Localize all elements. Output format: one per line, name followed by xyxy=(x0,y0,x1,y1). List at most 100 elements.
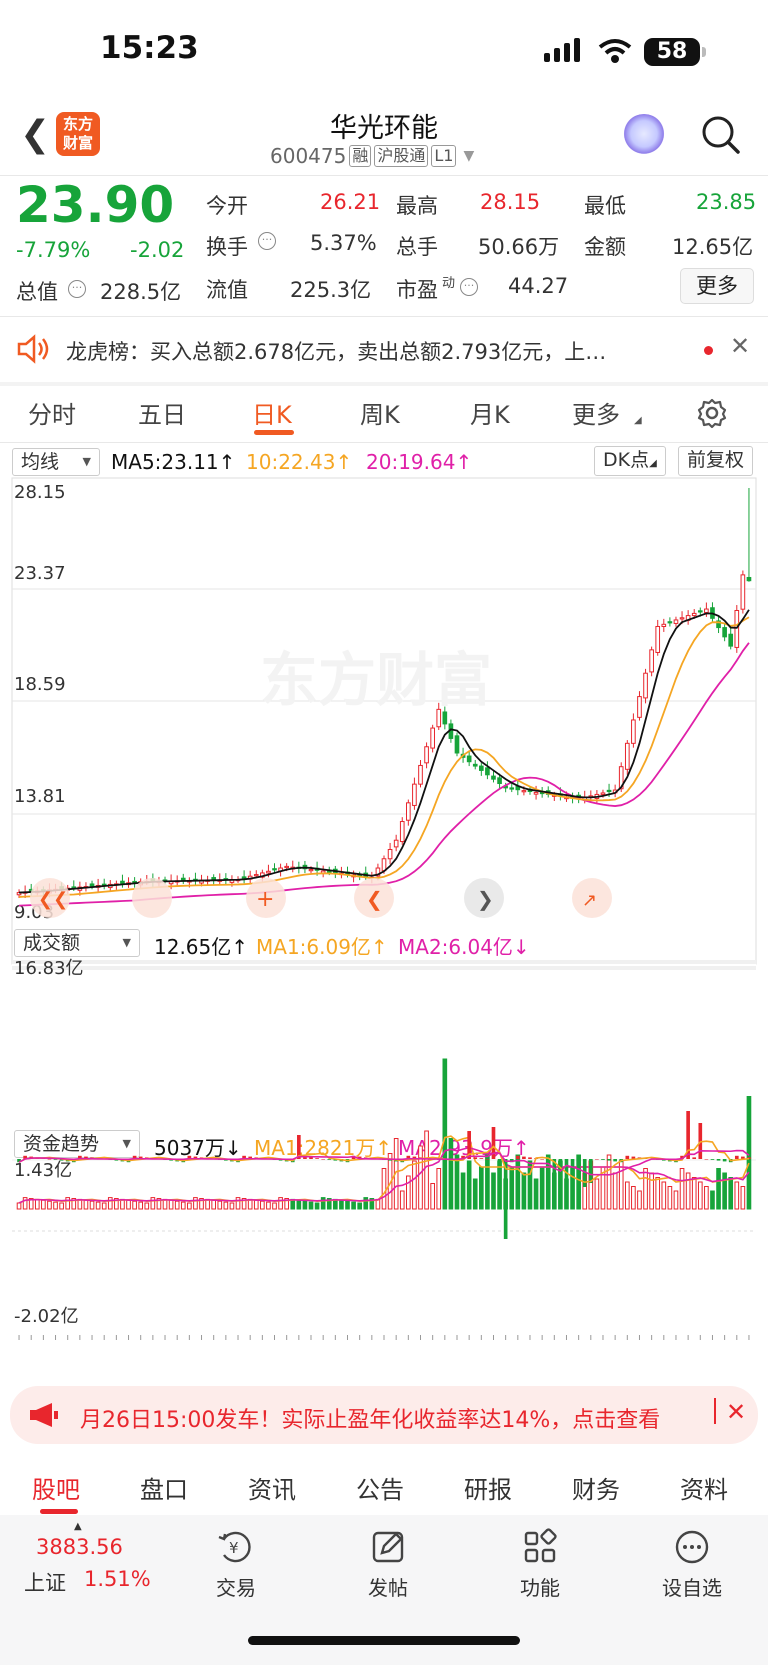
volume-bar xyxy=(296,1199,302,1210)
dock-watchlist[interactable]: 设自选 xyxy=(632,1515,752,1601)
volume-bar xyxy=(442,1058,448,1210)
volume-bar xyxy=(533,1178,539,1210)
open-value: 26.21 xyxy=(320,190,381,214)
tab-five-day[interactable]: 五日 xyxy=(138,395,186,430)
candle xyxy=(466,755,472,763)
more-button[interactable]: 更多 xyxy=(680,268,754,304)
next-glyph: ❯ xyxy=(477,887,494,911)
prev-glyph: ❮ xyxy=(366,887,383,911)
volume-bar xyxy=(223,1201,229,1210)
index-value[interactable]: 3883.56 xyxy=(36,1535,123,1559)
tab-guba[interactable]: 股吧 xyxy=(32,1470,80,1505)
volume-bar xyxy=(399,1190,405,1210)
search-icon[interactable] xyxy=(700,114,742,156)
volume-bar xyxy=(691,1177,697,1210)
volume-bar xyxy=(65,1197,71,1210)
candle xyxy=(308,869,314,872)
volume-bar xyxy=(314,1202,320,1210)
candle xyxy=(430,727,435,749)
info-icon[interactable]: ··· xyxy=(258,232,276,250)
tab-active-indicator xyxy=(254,430,294,435)
candle xyxy=(691,612,697,617)
volume-bar xyxy=(624,1181,630,1210)
candle xyxy=(399,821,405,843)
change-amount: -2.02 xyxy=(130,238,185,262)
grid-functions-icon xyxy=(524,1528,557,1563)
volume-bar xyxy=(728,1177,734,1210)
low-value: 23.85 xyxy=(696,190,757,214)
candle xyxy=(704,608,709,614)
volume-bar xyxy=(406,1175,411,1210)
plus-glyph: + xyxy=(256,887,274,912)
tab-finance[interactable]: 财务 xyxy=(572,1470,620,1505)
info-icon[interactable]: ··· xyxy=(68,280,86,298)
volume-bar xyxy=(679,1168,685,1210)
volume-bar xyxy=(515,1154,521,1210)
volume-bar xyxy=(180,1201,186,1210)
tab-daily-k[interactable]: 日K xyxy=(252,395,292,430)
tab-announcement[interactable]: 公告 xyxy=(356,1470,404,1505)
float-value: 225.3亿 xyxy=(290,278,372,302)
close-icon[interactable]: ✕ xyxy=(730,332,750,360)
info-icon[interactable]: ··· xyxy=(460,278,478,296)
tab-monthly-k[interactable]: 月K xyxy=(470,395,510,430)
index-change: 1.51% xyxy=(84,1567,151,1591)
date-label: 20250620 xyxy=(202,1338,294,1340)
pe-label: 市盈 xyxy=(396,278,438,302)
flow-bar xyxy=(321,1159,325,1160)
caret-up-icon: ▲ xyxy=(74,1521,82,1532)
status-time: 15:23 xyxy=(100,30,199,66)
flow-bar xyxy=(528,1157,532,1159)
tab-intraday[interactable]: 分时 xyxy=(28,395,76,430)
candle xyxy=(387,848,393,860)
flow-min-label: -2.02亿 xyxy=(14,1306,79,1327)
tab-news[interactable]: 资讯 xyxy=(248,1470,296,1505)
promo-banner[interactable]: 月26日15:00发车！实际止盈年化收益率达14%，点击查看 ✕ xyxy=(10,1386,758,1444)
stock-code-line[interactable]: 600475 融 沪股通 L1 ▼ xyxy=(270,144,474,168)
tab-research[interactable]: 研报 xyxy=(464,1470,512,1505)
flow-bar xyxy=(601,1159,605,1160)
volume-bar xyxy=(746,1096,752,1210)
dock-trade[interactable]: ¥ 交易 xyxy=(176,1515,296,1601)
candle xyxy=(472,763,478,767)
dock-functions[interactable]: 功能 xyxy=(480,1515,600,1601)
volume-bar xyxy=(460,1172,466,1210)
tab-profile[interactable]: 资料 xyxy=(680,1470,728,1505)
candle xyxy=(241,876,247,879)
notice-bar[interactable]: 龙虎榜：买入总额2.678亿元，卖出总额2.793亿元，上… ✕ xyxy=(0,318,768,382)
kline-chart[interactable]: 东方财富 28.15 23.37 18.59 13.81 9.03 ❮❮ + ❮… xyxy=(0,440,768,1340)
flow-bar xyxy=(485,1159,490,1160)
zoom-out-icon[interactable] xyxy=(132,878,172,918)
flow-bar xyxy=(47,1159,52,1160)
y-tick: 18.59 xyxy=(14,674,66,695)
svg-text:¥: ¥ xyxy=(229,1539,239,1557)
tab-more[interactable]: 更多 xyxy=(572,395,620,430)
flow-bar xyxy=(722,1159,727,1162)
more-dots-icon xyxy=(675,1530,709,1564)
assistant-robot-icon[interactable] xyxy=(622,114,666,158)
dock-post[interactable]: 发帖 xyxy=(328,1515,448,1601)
volume-bar xyxy=(509,1166,515,1210)
volume-bar xyxy=(22,1197,28,1210)
index-name: 上证 xyxy=(24,1571,66,1595)
volume-bar xyxy=(168,1199,174,1210)
flow-bar xyxy=(522,1156,526,1159)
date-label: 20250825 xyxy=(650,1338,742,1340)
tab-weekly-k[interactable]: 周K xyxy=(360,395,400,430)
flow-bar xyxy=(613,1159,617,1162)
volume-bar xyxy=(235,1197,241,1210)
candle xyxy=(406,802,411,821)
last-price: 23.90 xyxy=(16,176,175,234)
candle xyxy=(509,787,515,790)
tab-pankou[interactable]: 盘口 xyxy=(140,1470,188,1505)
candle xyxy=(631,719,636,744)
turnover-value: 5.37% xyxy=(310,231,377,255)
close-icon[interactable]: ✕ xyxy=(726,1398,746,1426)
volume-bar xyxy=(631,1186,636,1210)
back-chevron-icon[interactable]: ❮ xyxy=(20,114,50,155)
dock-watchlist-label: 设自选 xyxy=(662,1576,722,1600)
volume-bar xyxy=(722,1172,727,1210)
flow-bar xyxy=(716,1159,721,1161)
settings-gear-icon[interactable] xyxy=(696,397,728,429)
flow-bar xyxy=(595,1159,599,1160)
